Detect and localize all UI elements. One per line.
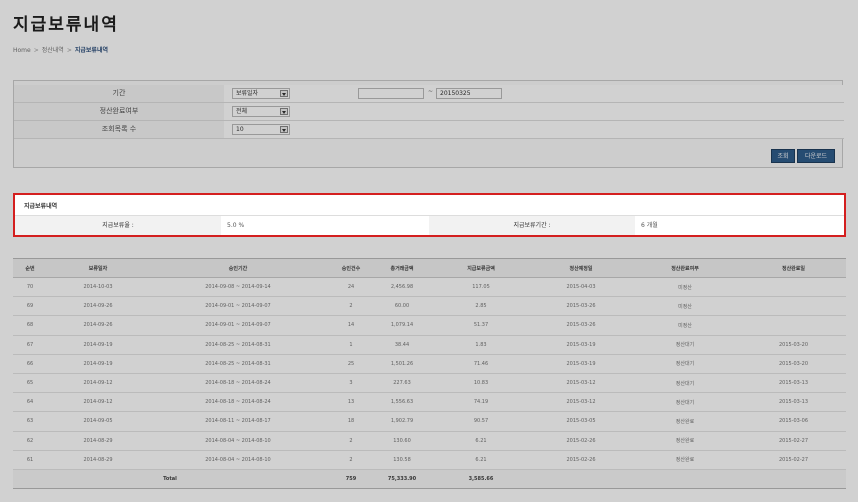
page-title: 지급보류내역: [13, 15, 119, 35]
breadcrumb-home[interactable]: Home: [13, 47, 31, 54]
col-header-hold-amount: 지급보류금액: [429, 258, 533, 278]
hold-period-value: 6 개월: [641, 222, 658, 229]
hold-info-title: 지급보류내역: [24, 203, 58, 210]
breadcrumb-settlement[interactable]: 정산내역: [42, 47, 64, 54]
hold-rate-value: 5.0 %: [227, 222, 245, 229]
settle-done-label: 정산완료여부: [14, 103, 224, 120]
chevron-down-icon: [280, 126, 288, 133]
search-panel: 기간 보류일자 ~ 20150325 정산완료여부 전체 조회목록 수 10: [13, 80, 844, 168]
table-row: 62 2014-08-29 2014-08-04 ~ 2014-08-10 2 130.…: [13, 431, 846, 451]
date-separator: ~: [428, 88, 434, 95]
breadcrumb-current: 지급보류내역: [74, 47, 108, 54]
table-row: 67 2014-09-19 2014-08-25 ~ 2014-08-31 1 38.4…: [13, 335, 846, 355]
hold-list-table: 순번 보류일자 승인기간 승인건수 총거래금액 지급보류금액 정산예정일 정산완…: [13, 258, 846, 490]
table-total-row: Total 759 75,333.90 3,585.66: [13, 469, 846, 490]
settle-done-select[interactable]: 전체: [232, 106, 290, 117]
col-header-settle-status: 정산완료여부: [629, 258, 741, 278]
col-header-settle-date: 정산예정일: [533, 258, 629, 278]
col-header-approval-count: 승인건수: [327, 258, 375, 278]
table-row: 63 2014-09-05 2014-08-11 ~ 2014-08-17 18 1,9…: [13, 411, 846, 432]
total-label: Total: [13, 469, 327, 490]
rows-select[interactable]: 10: [232, 124, 290, 135]
table-row: 69 2014-09-26 2014-09-01 ~ 2014-09-07 2 60.0…: [13, 296, 846, 317]
total-hold-amount: 3,585.66: [429, 469, 533, 490]
rows-label: 조회목록 수: [14, 121, 224, 138]
table-row: 64 2014-09-12 2014-08-18 ~ 2014-08-24 13 1,5…: [13, 392, 846, 413]
hold-info-panel: 지급보류내역 지급보류율 : 5.0 % 지급보류기간 : 6 개월: [13, 193, 846, 237]
table-row: 66 2014-09-19 2014-08-25 ~ 2014-08-31 25 1,5…: [13, 354, 846, 374]
search-row-period: 기간 보류일자 ~ 20150325: [14, 85, 844, 103]
table-row: 70 2014-10-03 2014-09-08 ~ 2014-09-14 24 2,4…: [13, 277, 846, 298]
download-button[interactable]: 다운로드: [797, 149, 835, 163]
col-header-settle-done-date: 정산완료일: [741, 258, 846, 278]
date-to-input[interactable]: 20150325: [436, 88, 502, 99]
hold-period-label: 지급보류기간 :: [429, 216, 635, 235]
table-row: 61 2014-08-29 2014-08-04 ~ 2014-08-10 2 130.…: [13, 450, 846, 470]
hold-info-row: 지급보류율 : 5.0 % 지급보류기간 : 6 개월: [15, 215, 844, 235]
col-header-no: 순번: [13, 258, 47, 278]
table-row: 68 2014-09-26 2014-09-01 ~ 2014-09-07 14 1,0…: [13, 315, 846, 336]
period-type-select[interactable]: 보류일자: [232, 88, 290, 99]
date-from-input[interactable]: [358, 88, 424, 99]
col-header-hold-date: 보류일자: [47, 258, 149, 278]
table-header-row: 순번 보류일자 승인기간 승인건수 총거래금액 지급보류금액 정산예정일 정산완…: [13, 258, 846, 278]
chevron-down-icon: [280, 108, 288, 115]
search-button[interactable]: 조회: [771, 149, 795, 163]
period-label: 기간: [14, 85, 224, 102]
total-count: 759: [327, 469, 375, 490]
table-row: 65 2014-09-12 2014-08-18 ~ 2014-08-24 3 227.…: [13, 373, 846, 394]
search-row-rows: 조회목록 수 10: [14, 121, 844, 139]
col-header-total-amount: 총거래금액: [375, 258, 429, 278]
col-header-approval-period: 승인기간: [149, 258, 327, 278]
breadcrumb: Home > 정산내역 > 지급보류내역: [13, 47, 108, 54]
total-amount: 75,333.90: [375, 469, 429, 490]
chevron-down-icon: [280, 90, 288, 97]
search-row-settle: 정산완료여부 전체: [14, 103, 844, 121]
hold-rate-label: 지급보류율 :: [15, 216, 221, 235]
